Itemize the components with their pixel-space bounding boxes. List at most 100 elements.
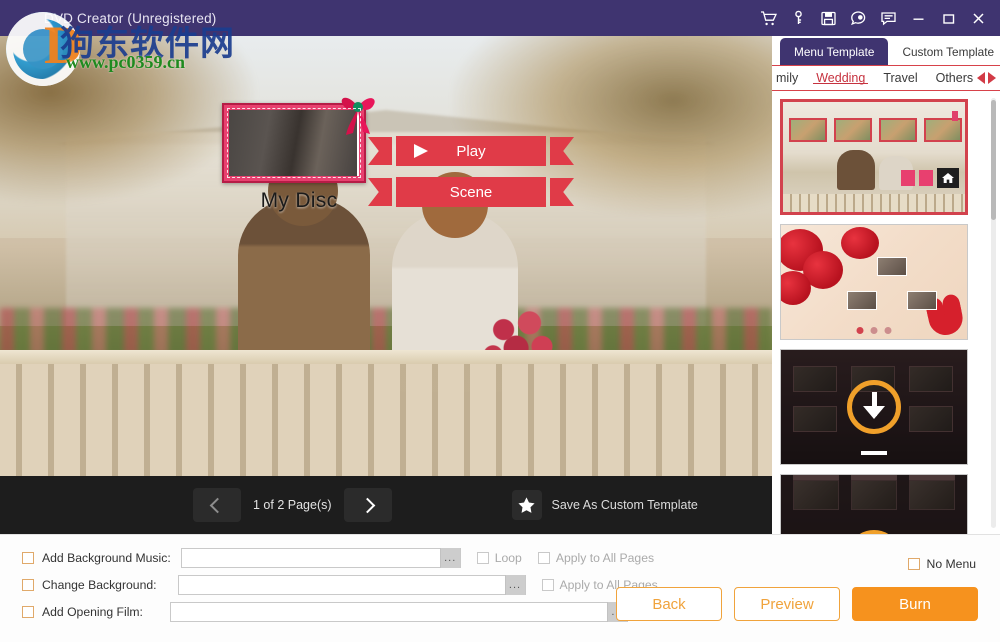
prev-page-button[interactable] <box>193 488 241 522</box>
disc-title-label[interactable]: My Disc <box>222 189 376 213</box>
menu-preview-canvas[interactable]: My Disc Play Scene <box>0 36 772 476</box>
apply-all-music-option[interactable]: Apply to All Pages <box>538 551 654 565</box>
action-buttons: Back Preview Burn <box>616 587 978 621</box>
change-background-field[interactable]: ... <box>178 575 526 595</box>
add-background-music-field[interactable]: ... <box>181 548 461 568</box>
add-background-music-label: Add Background Music: <box>42 551 171 565</box>
add-opening-film-input[interactable] <box>171 603 607 621</box>
back-button[interactable]: Back <box>616 587 722 621</box>
next-page-button[interactable] <box>344 488 392 522</box>
add-opening-film-field[interactable]: ... <box>170 602 628 622</box>
photo-frame <box>834 118 872 142</box>
category-others[interactable]: Others <box>927 71 983 85</box>
next-page-icon <box>919 170 933 186</box>
template-thumb-wedding-bench-couple[interactable] <box>780 99 968 215</box>
preview-bench <box>0 344 772 476</box>
bottom-options-panel: Add Background Music: ... Loop Apply to … <box>0 534 1000 642</box>
no-menu-option[interactable]: No Menu <box>908 557 976 571</box>
row-add-background-music: Add Background Music: ... Loop Apply to … <box>22 547 654 569</box>
no-menu-checkbox[interactable] <box>908 558 920 570</box>
tab-menu-template-label: Menu Template <box>794 45 874 59</box>
save-template-label: Save As Custom Template <box>552 498 698 512</box>
download-bar-icon <box>861 451 887 455</box>
template-man <box>837 150 875 190</box>
tab-custom-template-label: Custom Template <box>902 45 994 59</box>
burn-button-label: Burn <box>899 596 931 613</box>
apply-all-music-label: Apply to All Pages <box>556 551 654 565</box>
category-wedding-label: Wedding <box>816 71 865 85</box>
template-thumb-wedding-film-strip[interactable] <box>780 474 968 534</box>
home-dot-icon <box>857 327 864 334</box>
add-opening-film-label: Add Opening Film: <box>42 605 143 619</box>
arrow-right-icon[interactable] <box>988 72 996 84</box>
play-icon <box>414 144 428 158</box>
category-family[interactable]: mily <box>772 71 807 85</box>
prev-page-icon <box>901 170 915 186</box>
scene-ribbon-button[interactable]: Scene <box>396 177 546 207</box>
change-background-label: Change Background: <box>42 578 157 592</box>
menu-buttons-group: Play Scene <box>396 136 546 218</box>
loop-option[interactable]: Loop <box>477 551 522 565</box>
maximize-icon[interactable] <box>934 4 962 32</box>
tab-custom-template[interactable]: Custom Template <box>888 38 1000 65</box>
template-tabs: Menu Template Custom Template <box>772 36 1000 65</box>
title-bar-icons <box>754 0 992 36</box>
photo-frame <box>907 291 937 310</box>
photo-frame <box>924 118 962 142</box>
change-background-input[interactable] <box>179 576 505 594</box>
add-background-music-input[interactable] <box>182 549 440 567</box>
preview-button[interactable]: Preview <box>734 587 840 621</box>
template-category-bar: mily Wedding Travel Others <box>772 65 1000 91</box>
template-dim-overlay <box>781 475 967 534</box>
burn-button[interactable]: Burn <box>852 587 978 621</box>
minimize-icon[interactable] <box>904 4 932 32</box>
nav-dot-icon <box>871 327 878 334</box>
feedback-icon[interactable] <box>874 4 902 32</box>
template-list[interactable] <box>772 93 1000 534</box>
category-travel-label: Travel <box>883 71 917 85</box>
photo-frame <box>877 257 907 276</box>
apply-all-background-checkbox[interactable] <box>542 579 554 591</box>
play-ribbon-button[interactable]: Play <box>396 136 546 166</box>
tab-menu-template[interactable]: Menu Template <box>780 38 888 65</box>
home-icon <box>937 168 959 188</box>
key-icon[interactable] <box>784 4 812 32</box>
save-as-custom-template-button[interactable]: Save As Custom Template <box>512 490 698 520</box>
change-background-checkbox[interactable] <box>22 579 34 591</box>
apply-all-music-checkbox[interactable] <box>538 552 550 564</box>
row-change-background: Change Background: ... Apply to All Page… <box>22 574 658 596</box>
category-family-label: mily <box>776 71 798 85</box>
support-icon[interactable] <box>844 4 872 32</box>
category-travel[interactable]: Travel <box>874 71 926 85</box>
add-opening-film-checkbox[interactable] <box>22 606 34 618</box>
preview-foliage-left <box>0 36 260 206</box>
title-bar: DVD Creator (Unregistered) <box>0 0 1000 36</box>
template-fence <box>783 194 965 212</box>
disc-thumbnail-frame[interactable] <box>222 103 366 183</box>
loop-checkbox[interactable] <box>477 552 489 564</box>
category-scroll-arrows[interactable] <box>977 72 996 84</box>
disc-thumbnail-group[interactable]: My Disc <box>222 103 376 213</box>
scrollbar-thumb[interactable] <box>991 100 996 220</box>
template-panel: Menu Template Custom Template mily Weddi… <box>772 36 1000 534</box>
close-icon[interactable] <box>964 4 992 32</box>
add-background-music-browse-button[interactable]: ... <box>440 548 460 568</box>
change-background-browse-button[interactable]: ... <box>505 575 525 595</box>
cart-icon[interactable] <box>754 4 782 32</box>
pin-icon <box>952 111 958 121</box>
save-icon[interactable] <box>814 4 842 32</box>
window-title: DVD Creator (Unregistered) <box>44 11 217 26</box>
chevron-right-icon <box>360 497 376 513</box>
add-background-music-checkbox[interactable] <box>22 552 34 564</box>
template-thumb-wedding-dark-frames[interactable] <box>780 349 968 465</box>
preview-bench-slats <box>0 358 772 476</box>
arrow-left-icon[interactable] <box>977 72 985 84</box>
category-wedding[interactable]: Wedding <box>807 71 874 85</box>
download-icon[interactable] <box>847 380 901 434</box>
category-others-label: Others <box>936 71 974 85</box>
dvd-creator-window: DVD Creator (Unregistered) <box>0 0 1000 642</box>
preview-toolbar: 1 of 2 Page(s) Save As Custom Template <box>0 476 772 534</box>
play-label: Play <box>456 143 485 160</box>
template-list-scrollbar[interactable] <box>991 98 996 528</box>
template-thumb-wedding-red-roses[interactable] <box>780 224 968 340</box>
